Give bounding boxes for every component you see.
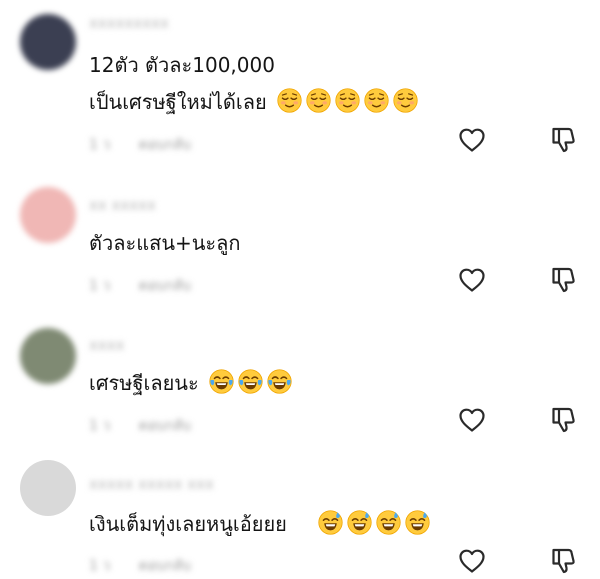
face-with-tears-of-joy-emoji-icon xyxy=(238,369,263,394)
comment-meta: 1 ว ตอบกลับ xyxy=(89,415,191,437)
comment-username[interactable]: xxxxx xxxxx xxx xyxy=(89,475,214,493)
comment-timestamp: 1 ว xyxy=(89,278,111,294)
heart-icon[interactable] xyxy=(458,548,486,574)
comments-panel: xxxxxxxxx 12ตัว ตัวละ100,000 เป็นเศรษฐีใ… xyxy=(0,0,600,579)
relieved-face-emoji-icon xyxy=(393,88,418,113)
heart-icon[interactable] xyxy=(458,267,486,293)
grinning-face-with-sweat-emoji-icon xyxy=(376,510,401,535)
thumbs-down-icon[interactable] xyxy=(551,126,577,154)
avatar[interactable] xyxy=(20,187,76,243)
relieved-face-emoji-icon xyxy=(277,88,302,113)
comment-meta: 1 ว ตอบกลับ xyxy=(89,275,191,297)
relieved-face-emoji-icon xyxy=(306,88,331,113)
comment-text-line: ตัวละแสน+นะลูก xyxy=(89,231,241,255)
emoji-row xyxy=(273,88,418,114)
grinning-face-with-sweat-emoji-icon xyxy=(405,510,430,535)
comment-item: xxxx เศรษฐีเลยนะ 1 ว ตอบกลับ xyxy=(0,320,600,455)
avatar[interactable] xyxy=(20,14,76,70)
comment-item: xxxxx xxxxx xxx เงินเต็มทุ่งเลยหนูเอ้ยยย… xyxy=(0,455,600,579)
comment-meta: 1 ว ตอบกลับ xyxy=(89,555,191,577)
comment-text: เงินเต็มทุ่งเลยหนูเอ้ยยย xyxy=(89,512,287,536)
comment-username[interactable]: xxxx xyxy=(89,336,125,354)
comment-item: xx xxxxx ตัวละแสน+นะลูก 1 ว ตอบกลับ xyxy=(0,170,600,320)
face-with-tears-of-joy-emoji-icon xyxy=(267,369,292,394)
thumbs-down-icon[interactable] xyxy=(551,547,577,575)
avatar[interactable] xyxy=(20,460,76,516)
comment-timestamp: 1 ว xyxy=(89,418,111,434)
comment-username[interactable]: xx xxxxx xyxy=(89,196,156,214)
comment-text-line-with-emoji: เงินเต็มทุ่งเลยหนูเอ้ยยย xyxy=(89,510,430,537)
comment-text-line-with-emoji: เศรษฐีเลยนะ xyxy=(89,369,292,396)
comment-text: เศรษฐีเลยนะ xyxy=(89,371,199,395)
comment-timestamp: 1 ว xyxy=(89,137,111,153)
comment-meta: 1 ว ตอบกลับ xyxy=(89,134,191,156)
reply-button[interactable]: ตอบกลับ xyxy=(139,558,191,574)
comment-text-line: 12ตัว ตัวละ100,000 xyxy=(89,53,275,77)
comment-text-line-with-emoji: เป็นเศรษฐีใหม่ได้เลย xyxy=(89,88,418,115)
emoji-row xyxy=(205,369,292,395)
heart-icon[interactable] xyxy=(458,407,486,433)
reply-button[interactable]: ตอบกลับ xyxy=(139,137,191,153)
heart-icon[interactable] xyxy=(458,127,486,153)
thumbs-down-icon[interactable] xyxy=(551,406,577,434)
face-with-tears-of-joy-emoji-icon xyxy=(209,369,234,394)
grinning-face-with-sweat-emoji-icon xyxy=(347,510,372,535)
comment-text: เป็นเศรษฐีใหม่ได้เลย xyxy=(89,90,267,114)
avatar[interactable] xyxy=(20,328,76,384)
relieved-face-emoji-icon xyxy=(364,88,389,113)
comment-item: xxxxxxxxx 12ตัว ตัวละ100,000 เป็นเศรษฐีใ… xyxy=(0,0,600,170)
grinning-face-with-sweat-emoji-icon xyxy=(318,510,343,535)
reply-button[interactable]: ตอบกลับ xyxy=(139,418,191,434)
emoji-row xyxy=(314,510,430,536)
reply-button[interactable]: ตอบกลับ xyxy=(139,278,191,294)
comment-timestamp: 1 ว xyxy=(89,558,111,574)
relieved-face-emoji-icon xyxy=(335,88,360,113)
thumbs-down-icon[interactable] xyxy=(551,266,577,294)
comment-username[interactable]: xxxxxxxxx xyxy=(89,14,169,32)
